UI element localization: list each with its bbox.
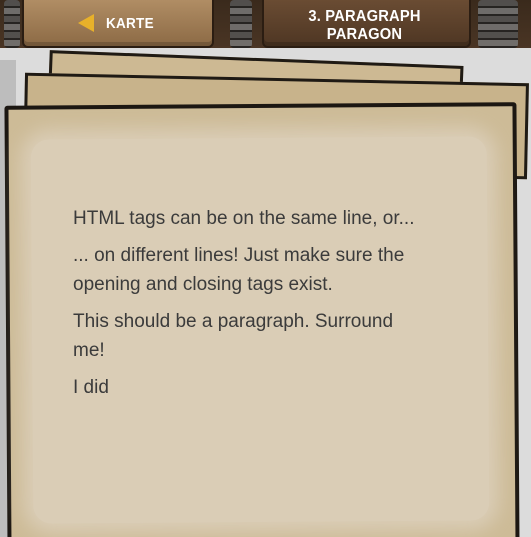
top-bar: KARTE 3. PARAGRAPH PARAGON <box>0 0 531 48</box>
paragraph: This should be a paragraph. Surround me! <box>73 311 394 361</box>
level-title: 3. PARAGRAPH PARAGON <box>308 8 421 43</box>
rendered-page-content: HTML tags can be on the same line, or...… <box>73 204 423 410</box>
game-screen: KARTE 3. PARAGRAPH PARAGON HTML tags can… <box>0 0 531 537</box>
paragraph: ... on different lines! Just make sure t… <box>73 245 405 295</box>
paragraph: I did <box>73 377 109 398</box>
back-to-map-button[interactable]: KARTE <box>78 10 159 36</box>
chain-decoration <box>4 0 20 48</box>
arrow-left-icon <box>78 14 94 32</box>
chain-decoration <box>478 0 518 48</box>
back-label: KARTE <box>106 14 154 32</box>
paragraph: HTML tags can be on the same line, or... <box>73 208 415 229</box>
chain-decoration <box>230 0 252 48</box>
